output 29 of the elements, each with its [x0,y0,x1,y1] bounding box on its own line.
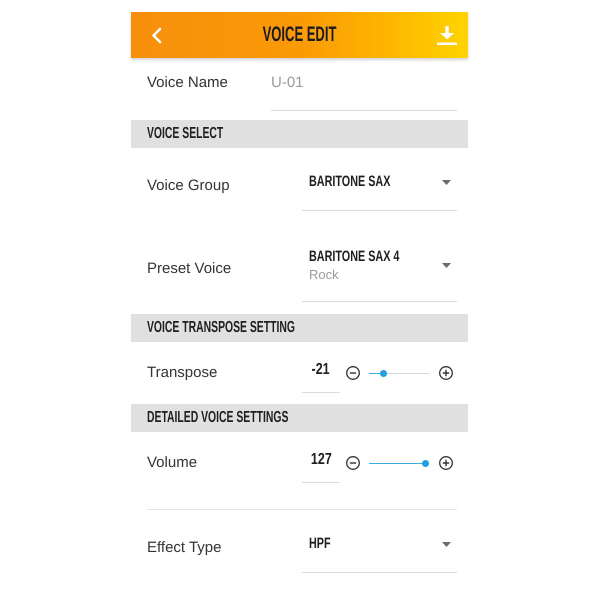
field-label: Volume [147,453,198,473]
voice-name-field[interactable]: U-01 [271,73,457,111]
slider-thumb[interactable] [422,460,429,466]
back-icon[interactable] [151,26,162,44]
field-label: Voice Group [147,176,231,196]
caret-icon [442,262,451,268]
slider-thumb[interactable] [380,370,387,376]
screen-title: VOICE EDIT [262,23,336,47]
caret-icon [442,542,451,546]
dropdown-field[interactable]: BARITONE SAX 4 Rock [302,235,457,302]
plus-circle-icon[interactable] [439,456,453,470]
field-label: Voice Name [147,73,229,93]
field-label: Preset Voice [147,258,232,278]
field-label: Effect Type [147,538,222,558]
minus-circle-icon[interactable] [346,456,360,470]
section-title: DETAILED VOICE SETTINGS [147,408,288,428]
slider-track[interactable] [369,460,429,466]
plus-circle-icon[interactable] [439,366,453,380]
minus-circle-icon[interactable] [346,366,360,380]
dropdown-field[interactable]: BARITONE SAX [302,160,457,211]
download-icon[interactable] [437,26,457,44]
section-title: VOICE TRANSPOSE SETTING [147,318,295,338]
slider-track[interactable] [369,370,429,376]
value-field[interactable]: -21 [302,354,340,392]
dropdown-field[interactable]: HPF [302,522,457,573]
caret-icon [442,180,451,184]
field-label: Transpose [147,363,218,383]
section-title: VOICE SELECT [147,124,224,144]
value-field[interactable]: 127 [302,444,340,482]
